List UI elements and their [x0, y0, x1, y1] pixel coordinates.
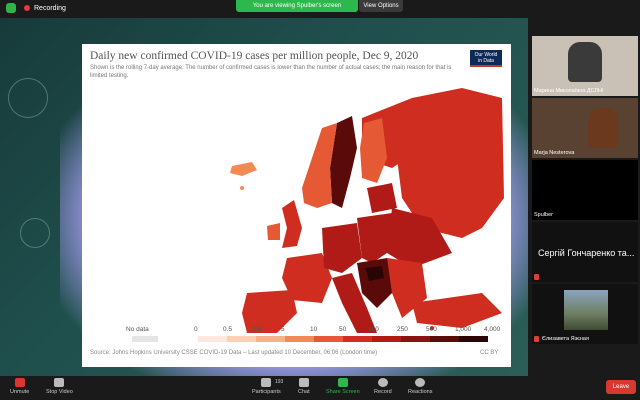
reactions-label: Reactions: [408, 389, 433, 395]
map-region-iceland: [230, 162, 257, 176]
share-screen-icon: [337, 378, 348, 387]
legend-color-bin: [343, 336, 372, 342]
chart-source: Source: Johns Hopkins University CSSE CO…: [90, 350, 378, 356]
participants-label: Participants: [252, 389, 281, 395]
participants-count: 193: [275, 379, 284, 385]
legend-tick-label: 500: [426, 326, 437, 333]
legend-tick-label: 1,000: [455, 326, 472, 333]
legend-tick-label: 0.5: [223, 326, 233, 333]
stop-video-label: Stop Video: [46, 389, 73, 395]
legend-nodata-swatch: [132, 336, 158, 342]
share-screen-label: Share Screen: [326, 389, 360, 395]
security-shield-icon[interactable]: [6, 3, 16, 13]
participant-video: [568, 42, 602, 82]
legend-tick-label: 2.5: [252, 326, 262, 333]
map-region-island: [240, 186, 244, 190]
legend-tick-label: 4,000: [484, 326, 501, 333]
circuit-decoration: [20, 218, 50, 248]
record-label: Record: [374, 389, 392, 395]
recording-label: Recording: [34, 4, 66, 12]
map-region-finland: [360, 118, 387, 183]
record-button[interactable]: Record: [374, 378, 392, 395]
recording-indicator: Recording: [6, 3, 66, 13]
map-region-island: [310, 162, 318, 170]
participant-video: [588, 108, 618, 148]
chart-legend: No data 0 0.5 2.5 5 10 50 100 250 500 1,000 4,000: [126, 326, 506, 346]
bottom-toolbar: Unmute Stop Video Participants 193 Chat …: [0, 376, 640, 400]
record-icon: [377, 378, 388, 387]
muted-mic-icon: [534, 274, 539, 280]
banner-text: You are viewing Spulber's screen: [252, 3, 342, 9]
viewing-screen-banner: You are viewing Spulber's screen: [236, 0, 358, 12]
participant-tile[interactable]: Марина Миколаївна ДСЛНІ: [532, 36, 638, 96]
chart-title: Daily new confirmed COVID-19 cases per m…: [90, 50, 419, 62]
legend-nodata-label: No data: [126, 326, 149, 333]
unmute-label: Unmute: [10, 389, 30, 395]
circuit-decoration: [8, 78, 48, 118]
legend-color-bin: [256, 336, 285, 342]
participant-name: Marja Nesterova: [534, 150, 575, 156]
map-region-ireland: [267, 223, 280, 240]
participant-name-large: Сергій Гончаренко та...: [538, 248, 635, 258]
legend-color-bin: [401, 336, 430, 342]
leave-label: Leave: [612, 384, 630, 390]
reactions-button[interactable]: Reactions: [408, 378, 432, 395]
legend-tick-label: 0: [194, 326, 198, 333]
legend-color-bin: [372, 336, 401, 342]
participant-photo: [564, 290, 608, 330]
chat-icon: [298, 378, 309, 387]
legend-color-bin: [227, 336, 256, 342]
participant-tile[interactable]: Єлизавета Язєная: [532, 284, 638, 344]
logo-line-2: in Data: [478, 58, 494, 64]
legend-tick-label: 50: [339, 326, 347, 333]
legend-color-bin: [198, 336, 227, 342]
chart-license: CC BY: [480, 350, 499, 356]
stop-video-button[interactable]: Stop Video: [46, 378, 73, 395]
share-screen-button[interactable]: Share Screen: [326, 378, 360, 395]
participant-name: Єлизавета Язєная: [542, 336, 589, 342]
chat-label: Chat: [298, 389, 310, 395]
map-region-uk: [282, 200, 302, 248]
leave-button[interactable]: Leave: [606, 380, 636, 394]
owid-logo: Our World in Data: [470, 50, 502, 67]
chart-card: Daily new confirmed COVID-19 cases per m…: [82, 44, 511, 367]
legend-color-bin: [459, 336, 488, 342]
chat-button[interactable]: Chat: [298, 378, 310, 395]
legend-color-bin: [285, 336, 314, 342]
legend-tick-label: 5: [281, 326, 285, 333]
participant-tile[interactable]: Marja Nesterova: [532, 98, 638, 158]
reactions-icon: [415, 378, 426, 387]
legend-tick-label: 10: [310, 326, 318, 333]
legend-color-bin: [430, 336, 459, 342]
participant-tile[interactable]: Spulber: [532, 160, 638, 220]
legend-tick-label: 100: [368, 326, 379, 333]
europe-map: [230, 88, 504, 333]
participant-name: Марина Миколаївна ДСЛНІ: [534, 88, 604, 94]
camera-icon: [54, 378, 65, 387]
muted-mic-icon: [534, 336, 539, 342]
view-options-label: View Options: [363, 3, 399, 9]
legend-color-bin: [314, 336, 343, 342]
mic-muted-icon: [14, 378, 25, 387]
legend-tick-label: 250: [397, 326, 408, 333]
participant-tile[interactable]: Сергій Гончаренко та...: [532, 222, 638, 282]
map-region-germany: [322, 223, 362, 273]
unmute-button[interactable]: Unmute: [10, 378, 29, 395]
top-bar: Recording You are viewing Spulber's scre…: [0, 0, 640, 18]
participant-name: Spulber: [534, 212, 553, 218]
recording-dot-icon: [24, 5, 30, 11]
participants-icon: [261, 378, 272, 387]
view-options-button[interactable]: View Options: [359, 0, 403, 12]
